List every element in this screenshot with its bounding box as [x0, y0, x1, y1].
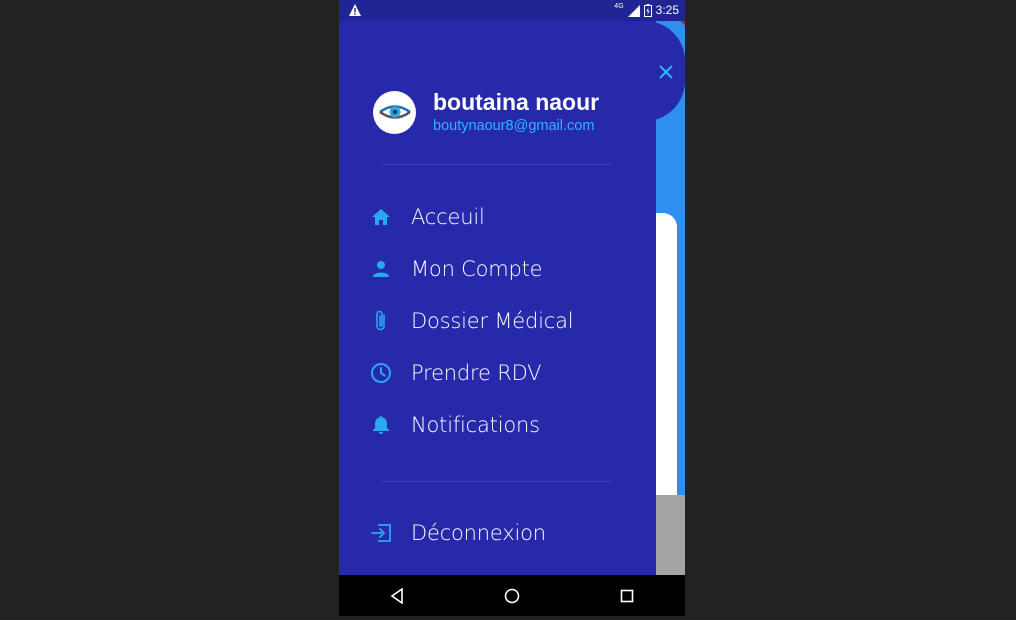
home-icon: [370, 206, 392, 228]
close-icon: [659, 65, 673, 79]
menu-item-mon-compte[interactable]: Mon Compte: [339, 243, 656, 295]
menu-label: Prendre RDV: [411, 361, 542, 385]
system-navigation-bar: [339, 575, 685, 616]
back-button[interactable]: [382, 581, 412, 611]
close-button[interactable]: [654, 60, 678, 84]
signal-icon: [627, 4, 640, 17]
profile-text: boutaina naour boutynaour8@gmail.com: [433, 89, 599, 135]
person-icon: [370, 258, 392, 280]
status-time: 3:25: [655, 3, 679, 17]
home-button[interactable]: [497, 581, 527, 611]
divider: [382, 164, 612, 165]
background-footer: [655, 495, 685, 575]
menu-item-acceuil[interactable]: Acceuil: [339, 191, 656, 243]
menu-item-dossier-medical[interactable]: Dossier Médical: [339, 295, 656, 347]
logout-section: Déconnexion: [339, 507, 656, 559]
user-email: boutynaour8@gmail.com: [433, 118, 595, 134]
status-icons: 4G 3:25: [614, 3, 679, 18]
menu-label: Déconnexion: [411, 521, 546, 545]
network-type: 4G: [614, 3, 624, 10]
avatar[interactable]: [373, 90, 416, 134]
user-name: boutaina naour: [433, 89, 600, 115]
menu-item-notifications[interactable]: Notifications: [339, 399, 656, 451]
menu-label: Notifications: [411, 413, 540, 437]
status-bar: 4G 3:25: [339, 0, 685, 21]
warning-icon: [349, 4, 361, 16]
back-triangle-icon: [390, 587, 403, 604]
paperclip-icon: [370, 310, 392, 332]
menu-label: Mon Compte: [411, 257, 543, 281]
logout-icon: [370, 522, 392, 544]
navigation-drawer: boutaina naour boutynaour8@gmail.com Acc…: [339, 21, 656, 575]
menu-item-prendre-rdv[interactable]: Prendre RDV: [339, 347, 656, 399]
logout-button[interactable]: Déconnexion: [339, 507, 656, 559]
clock-icon: [370, 362, 392, 384]
profile-header: boutaina naour boutynaour8@gmail.com: [373, 89, 599, 135]
recents-button[interactable]: [612, 581, 642, 611]
divider: [382, 481, 612, 482]
menu-label: Acceuil: [411, 205, 485, 229]
bell-icon: [370, 414, 392, 436]
eye-logo-icon: [378, 105, 411, 119]
recents-square-icon: [621, 589, 634, 602]
drawer-menu: Acceuil Mon Compte Dossier Médical Prend…: [339, 191, 656, 451]
phone-screen: boutaina naour boutynaour8@gmail.com Acc…: [339, 0, 685, 616]
menu-label: Dossier Médical: [411, 309, 574, 333]
battery-icon: [643, 4, 652, 17]
home-circle-icon: [504, 588, 520, 603]
